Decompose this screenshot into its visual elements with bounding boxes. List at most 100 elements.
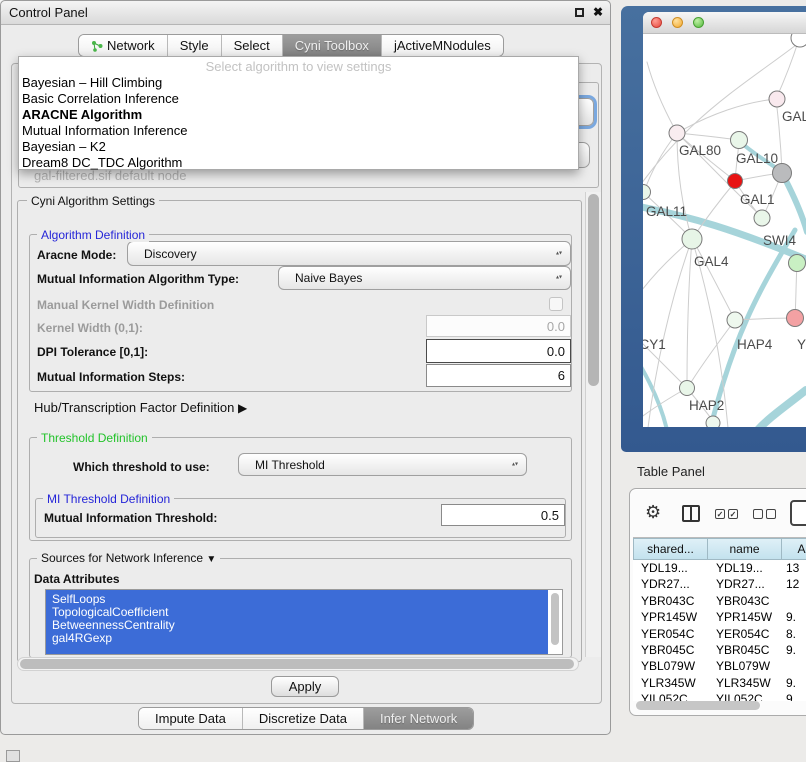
table-cell: YBR045C: [633, 642, 708, 658]
combo-arrows-icon: ▴▾: [556, 251, 562, 256]
manual-kernel-width-checkbox[interactable]: [549, 297, 563, 311]
columns-icon[interactable]: [682, 505, 700, 522]
collapsed-panel-icon[interactable]: [6, 750, 20, 762]
table-row[interactable]: YDR27...YDR27...12: [633, 576, 806, 592]
list-vertical-scrollbar[interactable]: [551, 593, 559, 645]
network-node[interactable]: [791, 34, 806, 47]
table-column-header[interactable]: name: [708, 538, 782, 560]
mac-minimize-icon[interactable]: [672, 17, 683, 28]
horizontal-scroll-thumb[interactable]: [20, 659, 574, 669]
network-node-gal[interactable]: [769, 91, 785, 107]
checked-box-icon[interactable]: ✓: [715, 509, 725, 519]
dropdown-item[interactable]: Mutual Information Inference: [22, 123, 187, 138]
expander-right-icon: ▶: [238, 401, 247, 415]
dpi-tolerance-field[interactable]: [426, 339, 571, 363]
clipped-toolbar-button[interactable]: [790, 500, 806, 526]
which-threshold-combobox[interactable]: MI Threshold ▴▾: [238, 453, 527, 476]
attribute-list-item[interactable]: BetweennessCentrality: [52, 618, 175, 632]
settings-horizontal-scrollbar[interactable]: [17, 657, 579, 671]
gear-icon[interactable]: ⚙: [645, 502, 661, 523]
network-edge[interactable]: [643, 239, 692, 322]
network-edge[interactable]: [688, 320, 735, 387]
network-edge[interactable]: [735, 318, 794, 320]
network-node-hap2[interactable]: [680, 381, 695, 396]
table-column-header[interactable]: A: [782, 538, 806, 560]
network-node-gal10[interactable]: [731, 132, 748, 149]
network-edge[interactable]: [643, 322, 686, 387]
aracne-mode-combobox[interactable]: Discovery ▴▾: [127, 241, 571, 266]
network-node-hap4[interactable]: [727, 312, 743, 328]
tab-discretize-data[interactable]: Discretize Data: [243, 708, 364, 729]
table-row[interactable]: YER054CYER054C8.: [633, 626, 806, 642]
table-cell: YDR27...: [708, 576, 782, 592]
table-scope-text: gal-filtered.sif default node: [34, 168, 186, 183]
unchecked-box-icon[interactable]: [766, 509, 776, 519]
network-edge[interactable]: [677, 99, 776, 133]
table-row[interactable]: YIL052CYIL052C9: [633, 691, 806, 701]
network-node[interactable]: [773, 164, 792, 183]
mi-algorithm-type-combobox[interactable]: Naive Bayes ▴▾: [278, 266, 571, 290]
table-row[interactable]: YLR345WYLR345W9.: [633, 675, 806, 691]
tab-infer-network[interactable]: Infer Network: [364, 708, 473, 729]
network-node-y[interactable]: [787, 310, 804, 327]
hub-definition-expander[interactable]: Hub/Transcription Factor Definition ▶: [34, 400, 247, 415]
close-icon[interactable]: ✖: [593, 5, 603, 19]
network-canvas[interactable]: GALGAL80GAL10GAL1GAL11GAL4SWI4GCY1HAP4YH…: [643, 34, 806, 427]
apply-button[interactable]: Apply: [271, 676, 339, 697]
float-window-icon[interactable]: [575, 8, 584, 17]
unchecked-box-icon[interactable]: [753, 509, 763, 519]
network-node-gal4[interactable]: [682, 229, 702, 249]
network-node[interactable]: [706, 416, 720, 427]
sources-legend[interactable]: Sources for Network Inference ▼: [37, 551, 220, 565]
attribute-list-item[interactable]: SelfLoops: [52, 592, 105, 606]
network-edge[interactable]: [783, 175, 806, 232]
mi-steps-field[interactable]: [426, 364, 571, 387]
mi-threshold-field[interactable]: [441, 504, 565, 526]
table-cell: YDR27...: [633, 576, 708, 592]
kernel-width-field[interactable]: [426, 315, 571, 337]
tab-impute-data[interactable]: Impute Data: [139, 708, 243, 729]
table-column-header[interactable]: shared...: [633, 538, 708, 560]
vertical-scroll-thumb[interactable]: [588, 194, 599, 386]
dropdown-item[interactable]: Bayesian – Hill Climbing: [22, 75, 162, 90]
table-horizontal-scroll-thumb[interactable]: [636, 701, 760, 710]
which-threshold-label: Which threshold to use:: [73, 460, 210, 474]
table-row[interactable]: YBR045CYBR045C9.: [633, 642, 806, 658]
table-row[interactable]: YBL079WYBL079W: [633, 658, 806, 674]
network-edge[interactable]: [677, 133, 738, 140]
checked-box-icon[interactable]: ✓: [728, 509, 738, 519]
table-row[interactable]: YPR145WYPR145W9.: [633, 609, 806, 625]
attribute-list-item[interactable]: TopologicalCoefficient: [52, 605, 169, 619]
dropdown-item[interactable]: Basic Correlation Inference: [22, 91, 179, 106]
attribute-list-item[interactable]: gal4RGexp: [52, 631, 112, 645]
table-cell: YDL19...: [708, 560, 782, 576]
dropdown-item[interactable]: Bayesian – K2: [22, 139, 106, 154]
dropdown-item[interactable]: Dream8 DC_TDC Algorithm: [22, 155, 182, 170]
network-node-gal1[interactable]: [728, 174, 743, 189]
tab-cyni-toolbox[interactable]: Cyni Toolbox: [283, 35, 382, 56]
network-edge[interactable]: [776, 39, 799, 99]
network-edge[interactable]: [644, 133, 677, 192]
network-edge[interactable]: [756, 390, 806, 427]
tab-select[interactable]: Select: [222, 35, 283, 56]
tab-style[interactable]: Style: [168, 35, 222, 56]
data-attributes-list[interactable]: SelfLoopsTopologicalCoefficientBetweenne…: [45, 589, 563, 655]
network-edge[interactable]: [647, 62, 677, 133]
network-edge[interactable]: [687, 239, 692, 388]
node-label: Y: [797, 337, 806, 352]
mac-zoom-icon[interactable]: [693, 17, 704, 28]
table-cell: YER054C: [633, 626, 708, 642]
network-node[interactable]: [754, 210, 770, 226]
table-row[interactable]: YDL19...YDL19...13: [633, 560, 806, 576]
settings-vertical-scrollbar[interactable]: [585, 192, 601, 657]
tab-jactivemnodules[interactable]: jActiveMNodules: [382, 35, 503, 56]
dropdown-item[interactable]: ARACNE Algorithm: [22, 107, 142, 122]
network-edge[interactable]: [693, 240, 735, 320]
network-edge[interactable]: [648, 239, 692, 427]
table-row[interactable]: YBR043CYBR043C: [633, 593, 806, 609]
network-node-swi4[interactable]: [789, 255, 806, 272]
tab-network[interactable]: Network: [79, 35, 168, 56]
network-node-gal11[interactable]: [643, 185, 651, 200]
network-node-gal80[interactable]: [669, 125, 685, 141]
mac-close-icon[interactable]: [651, 17, 662, 28]
